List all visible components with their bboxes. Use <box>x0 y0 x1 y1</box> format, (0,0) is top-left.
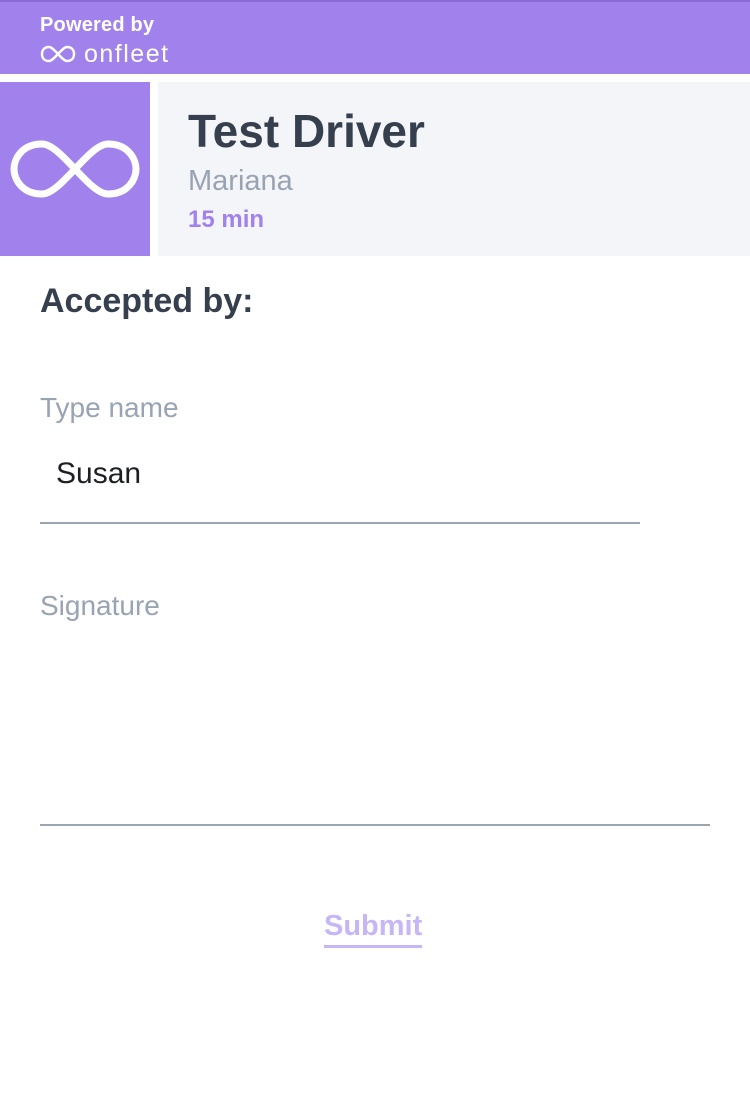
driver-name: Test Driver <box>188 105 425 157</box>
onfleet-brand: onfleet <box>40 40 170 68</box>
driver-header: Test Driver Mariana 15 min <box>0 82 750 256</box>
powered-by-banner: Powered by onfleet <box>0 2 750 74</box>
avatar <box>0 82 150 256</box>
driver-info-panel: Test Driver Mariana 15 min <box>158 82 750 256</box>
driver-subtitle: Mariana <box>188 165 293 197</box>
brand-name: onfleet <box>84 40 170 68</box>
name-input[interactable] <box>40 448 640 524</box>
signature-label: Signature <box>40 590 160 621</box>
form-title: Accepted by: <box>40 282 254 320</box>
infinity-icon <box>10 140 140 198</box>
eta-text: 15 min <box>188 206 265 233</box>
powered-by-text: Powered by <box>40 14 155 36</box>
infinity-icon <box>40 45 76 63</box>
name-field-label: Type name <box>40 392 179 423</box>
signature-pad[interactable] <box>40 640 710 826</box>
submit-button[interactable]: Submit <box>324 910 423 948</box>
